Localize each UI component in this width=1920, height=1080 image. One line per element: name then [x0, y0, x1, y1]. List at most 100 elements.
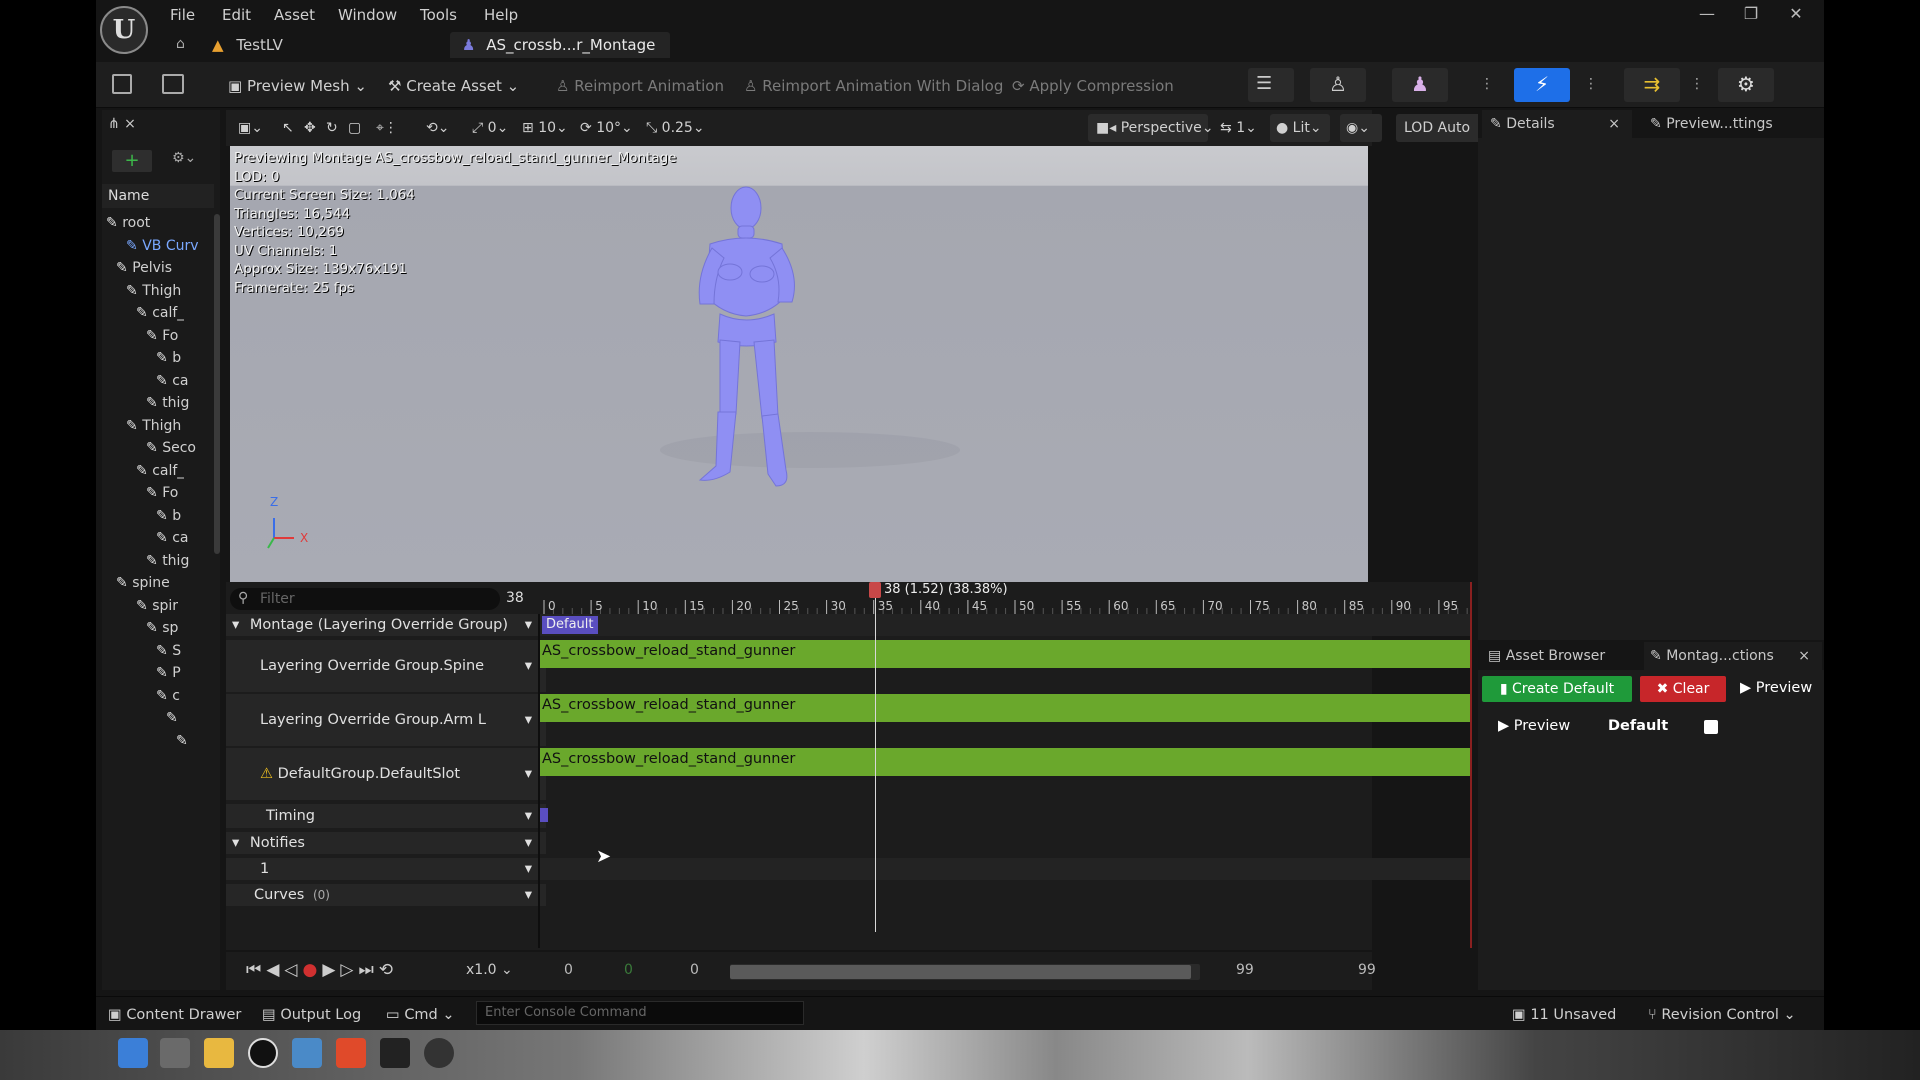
tab-details[interactable]: ✎ Details × [1482, 110, 1632, 138]
camera-speed-dropdown[interactable]: ⇆ 1⌄ [1220, 117, 1257, 139]
skeleton-tree-row[interactable]: ✎ Pelvis [102, 257, 172, 279]
preview-all-button[interactable]: ▶ Preview [1740, 680, 1812, 696]
skeleton-tree-row[interactable]: ✎ thig [102, 550, 189, 572]
view-start-field[interactable]: 0 [624, 962, 633, 978]
notify-track-row[interactable] [540, 858, 1472, 880]
skeleton-tree-row[interactable]: ✎ [102, 730, 188, 752]
grid-snap-dropdown[interactable]: ⊞ 10⌄ [522, 117, 568, 139]
menu-window[interactable]: Window [338, 4, 397, 26]
playback-speed-dropdown[interactable]: x1.0 ⌄ [466, 962, 513, 978]
track-curves-group[interactable]: Curves (0) ▾ [226, 884, 546, 906]
menu-tools[interactable]: Tools [420, 4, 457, 26]
task-icon-8[interactable] [424, 1038, 454, 1068]
play-reverse-icon[interactable]: ◁ [284, 960, 302, 980]
clip-segment-arm-l[interactable]: AS_crossbow_reload_stand_gunner [540, 694, 1470, 722]
track-spine[interactable]: Layering Override Group.Spine ▾ [226, 640, 546, 692]
rotate-snap-dropdown[interactable]: ⟳ 10°⌄ [580, 117, 633, 139]
create-asset-button[interactable]: ⚒ Create Asset ⌄ [388, 74, 519, 98]
skeleton-tree-row[interactable]: ✎ ca [102, 527, 188, 549]
chevron-down-icon[interactable]: ▾ [525, 694, 532, 746]
create-default-button[interactable]: ▮ Create Default [1482, 676, 1632, 702]
skeleton-tree-row[interactable]: ✎ b [102, 505, 181, 527]
timing-marker[interactable] [540, 808, 548, 822]
translate-snap-dropdown[interactable]: ⤢ 0⌄ [472, 117, 508, 139]
hamburger-menu-button[interactable]: ☰ [1248, 68, 1294, 102]
skeleton-tree-row[interactable]: ✎ thig [102, 392, 189, 414]
brave-icon[interactable] [336, 1038, 366, 1068]
skeleton-tree-row[interactable]: ✎ [102, 707, 178, 729]
track-notify-1[interactable]: 1 ▾ [226, 858, 546, 880]
chevron-down-icon[interactable]: ▾ [525, 832, 532, 854]
tab-level[interactable]: ▲ TestLV [212, 32, 422, 58]
skeleton-tree-row[interactable]: ✎ VB Curv [102, 235, 199, 257]
translate-tool-icon[interactable]: ✥ [304, 117, 316, 139]
clear-button[interactable]: ✖ Clear [1640, 676, 1726, 702]
current-frame-field[interactable]: 38 [506, 590, 524, 606]
physics-mode-button[interactable]: ⚙ [1718, 68, 1774, 102]
show-dropdown[interactable]: ◉⌄ [1340, 114, 1382, 142]
scale-tool-icon[interactable]: ▢ [348, 117, 361, 139]
revision-control-button[interactable]: ⑂ Revision Control ⌄ [1648, 1005, 1796, 1025]
track-default-slot[interactable]: ⚠ DefaultGroup.DefaultSlot ▾ [226, 748, 546, 800]
menu-help[interactable]: Help [484, 4, 518, 26]
animation-mode-button[interactable]: ⚡ [1514, 68, 1570, 102]
record-icon[interactable]: ● [302, 960, 322, 980]
skeleton-tree-row[interactable]: ✎ sp [102, 617, 178, 639]
chevron-down-icon[interactable]: ▾ [525, 640, 532, 692]
clip-segment-default-slot[interactable]: AS_crossbow_reload_stand_gunner [540, 748, 1470, 776]
skeleton-tree-row[interactable]: ✎ b [102, 347, 181, 369]
range-start-field[interactable]: 0 [564, 962, 573, 978]
skeleton-tree-row[interactable]: ✎ Thigh [102, 280, 181, 302]
add-button[interactable]: + [112, 150, 152, 172]
skeleton-tree-row[interactable]: ✎ calf_ [102, 302, 184, 324]
coordinate-space-icon[interactable]: ⌖⋮ [376, 117, 398, 139]
lit-dropdown[interactable]: ● Lit⌄ [1270, 114, 1330, 142]
skip-to-start-icon[interactable]: ⏮ [246, 960, 266, 980]
console-command-input[interactable]: Enter Console Command [476, 1001, 804, 1025]
track-arm-l[interactable]: Layering Override Group.Arm L ▾ [226, 694, 546, 746]
chevron-down-icon[interactable]: ▾ [525, 614, 532, 636]
unsaved-button[interactable]: ▣ 11 Unsaved [1512, 1005, 1616, 1025]
track-timing[interactable]: Timing ▾ [226, 804, 546, 828]
apply-compression-button[interactable]: ⟳ Apply Compression [1012, 74, 1174, 98]
working-start-field[interactable]: 0 [690, 962, 699, 978]
tab-montage-sections[interactable]: ✎ Montag...ctions × [1644, 642, 1822, 670]
play-icon[interactable]: ▶ [322, 960, 340, 980]
skeleton-tree-row[interactable]: ✎ spine [102, 572, 170, 594]
unreal-task-icon[interactable] [248, 1038, 278, 1068]
lod-dropdown[interactable]: LOD Auto [1396, 114, 1488, 142]
reimport-animation-button[interactable]: ♙ Reimport Animation [556, 74, 724, 98]
timeline-scrollbar[interactable] [730, 964, 1200, 980]
browse-icon[interactable] [162, 74, 184, 94]
playhead-handle[interactable] [869, 582, 881, 598]
restore-button[interactable]: ❐ [1736, 2, 1766, 26]
skeleton-tree-row[interactable]: ✎ Seco [102, 437, 196, 459]
chevron-down-icon[interactable]: ▾ [525, 748, 532, 800]
step-back-icon[interactable]: ◀ [266, 960, 284, 980]
skeleton-tree-row[interactable]: ✎ Thigh [102, 415, 181, 437]
task-icon-5[interactable] [292, 1038, 322, 1068]
scale-snap-dropdown[interactable]: ⤡ 0.25⌄ [646, 117, 705, 139]
preview-section-button[interactable]: ▶ Preview [1498, 718, 1570, 734]
step-forward-icon[interactable]: ▷ [340, 960, 358, 980]
blueprint-mode-button[interactable]: ⇉ [1624, 68, 1680, 102]
chevron-down-icon[interactable]: ▾ [525, 804, 532, 828]
skeleton-tab-icon[interactable]: ⋔ × [108, 116, 136, 132]
skeleton-tree-row[interactable]: ✎ S [102, 640, 181, 662]
reimport-with-dialog-button[interactable]: ♙ Reimport Animation With Dialog [744, 74, 1003, 98]
clip-segment-spine[interactable]: AS_crossbow_reload_stand_gunner [540, 640, 1470, 668]
track-montage-group[interactable]: ▾ Montage (Layering Override Group) ▾ [226, 614, 546, 636]
content-drawer-button[interactable]: ▣ Content Drawer [108, 1005, 241, 1025]
cmd-dropdown[interactable]: ▭ Cmd ⌄ [386, 1005, 455, 1025]
more-options-icon[interactable]: ⋮ [1480, 76, 1494, 92]
range-end-field[interactable]: 99 [1358, 962, 1376, 978]
menu-file[interactable]: File [170, 4, 195, 26]
unreal-logo-icon[interactable]: U [100, 6, 148, 54]
menu-edit[interactable]: Edit [222, 4, 251, 26]
skeleton-tree-row[interactable]: ✎ ca [102, 370, 188, 392]
chevron-down-icon[interactable]: ▾ [525, 884, 532, 906]
perspective-dropdown[interactable]: ■◂ Perspective⌄ [1088, 114, 1214, 142]
section-default-marker[interactable]: Default [542, 616, 598, 634]
tab-asset-browser[interactable]: ▤ Asset Browser [1480, 642, 1640, 670]
save-icon[interactable] [112, 74, 132, 94]
